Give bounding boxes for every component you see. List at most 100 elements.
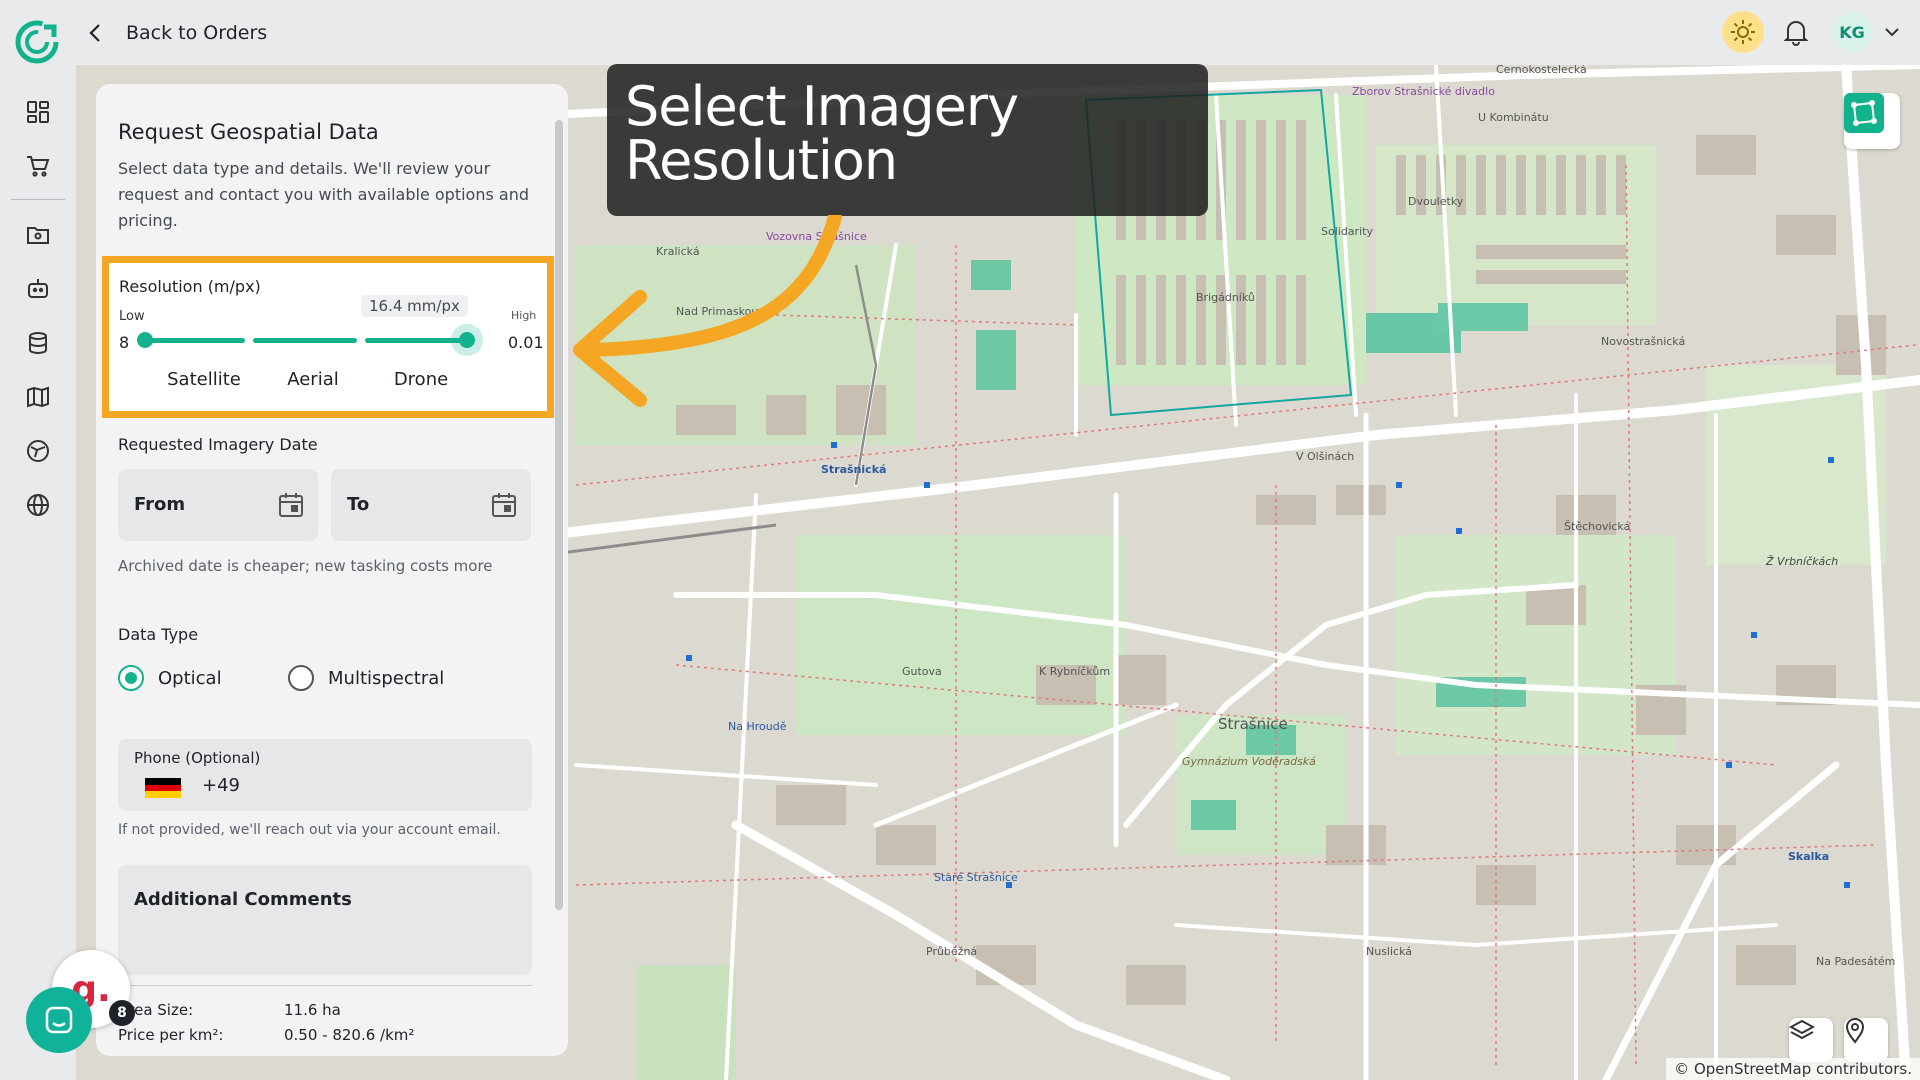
radio-multispectral-indicator[interactable] xyxy=(288,665,314,691)
area-size-value: 11.6 ha xyxy=(284,1001,341,1019)
robot-icon[interactable] xyxy=(24,275,52,303)
location-button[interactable] xyxy=(1844,1018,1888,1062)
additional-comments-field[interactable]: Additional Comments xyxy=(118,865,532,975)
panel-description: Select data type and details. We'll revi… xyxy=(118,159,529,230)
map-label: Strašnice xyxy=(1218,715,1288,733)
tutorial-arrow-icon xyxy=(573,215,842,407)
map-label: Na Hroudě xyxy=(728,720,787,733)
tutorial-tooltip: Select Imagery Resolution xyxy=(607,64,1208,216)
data-type-label: Data Type xyxy=(118,625,199,644)
map-label: Černokostelecká xyxy=(1496,65,1587,76)
back-to-orders-button[interactable]: Back to Orders xyxy=(88,18,267,48)
map-label: Gymnázium Voděradská xyxy=(1182,755,1316,768)
date-from-text: From xyxy=(134,494,186,515)
radio-optical-indicator[interactable] xyxy=(118,665,144,691)
chevron-down-icon xyxy=(1885,28,1899,37)
chat-unread-badge: 8 xyxy=(109,1000,135,1026)
cart-icon[interactable] xyxy=(24,152,52,180)
folder-icon[interactable] xyxy=(24,221,52,249)
radio-multispectral[interactable]: Multispectral xyxy=(288,663,444,693)
map-label: Solidarity xyxy=(1321,225,1373,238)
map-icon[interactable] xyxy=(24,383,52,411)
radio-optical[interactable]: Optical xyxy=(118,663,222,693)
slider-max-handle[interactable] xyxy=(459,332,475,348)
slider-min-handle[interactable] xyxy=(137,332,153,348)
chat-button[interactable] xyxy=(26,987,92,1053)
map-label: Ž Vrbníčkách xyxy=(1766,555,1839,568)
resolution-slider[interactable] xyxy=(137,324,507,356)
section-divider xyxy=(118,985,532,986)
left-rail xyxy=(0,65,76,1080)
slider-segment-satellite xyxy=(143,338,245,343)
date-label: Requested Imagery Date xyxy=(118,435,318,454)
map-label: Strašnická xyxy=(821,463,887,476)
resolution-low-label: Low xyxy=(119,309,145,324)
radio-optical-label: Optical xyxy=(158,667,222,689)
map-label: Na Padesátém xyxy=(1816,955,1896,968)
grid-icon[interactable] xyxy=(24,98,52,126)
request-panel: Request Geospatial Data Select data type… xyxy=(96,84,568,1056)
resolution-high-label: High xyxy=(511,309,537,322)
map-label: Dvouletky xyxy=(1408,195,1464,208)
slider-segment-aerial xyxy=(253,338,357,343)
map-label: Štěchovická xyxy=(1564,520,1631,533)
germany-flag-icon[interactable] xyxy=(145,778,181,798)
price-value: 0.50 - 820.6 /km² xyxy=(284,1026,415,1044)
layers-button[interactable] xyxy=(1789,1018,1833,1062)
resolution-section: Resolution (m/px) Low High 16.4 mm/px 8 … xyxy=(102,256,554,418)
top-bar: Back to Orders KG xyxy=(0,0,1920,65)
map-label: Gutova xyxy=(902,665,942,678)
map-label: Průběžná xyxy=(926,945,978,958)
map-label: V Olšinách xyxy=(1296,450,1355,463)
calendar-icon[interactable] xyxy=(491,491,517,519)
comments-label: Additional Comments xyxy=(134,889,352,910)
resolution-value-tooltip: 16.4 mm/px xyxy=(361,295,468,317)
panel-title: Request Geospatial Data xyxy=(118,120,379,144)
date-hint: Archived date is cheaper; new tasking co… xyxy=(118,557,493,575)
category-satellite: Satellite xyxy=(167,369,241,390)
price-label: Price per km²: xyxy=(118,1026,224,1044)
rail-divider xyxy=(11,199,65,200)
map-label: Staré Strašnice xyxy=(934,871,1018,884)
location-pin-icon xyxy=(1845,1018,1865,1044)
avatar: KG xyxy=(1832,12,1872,52)
category-drone: Drone xyxy=(393,369,449,390)
user-menu-button[interactable]: KG xyxy=(1832,12,1900,52)
draw-area-button[interactable] xyxy=(1844,93,1900,149)
map-attribution[interactable]: © OpenStreetMap contributors. xyxy=(1666,1058,1920,1080)
map-label: K Rybníčkům xyxy=(1039,665,1111,678)
date-to-field[interactable]: To xyxy=(331,469,531,541)
phone-country-code: +49 xyxy=(202,775,240,796)
chat-icon xyxy=(45,1006,73,1034)
category-aerial: Aerial xyxy=(287,369,339,390)
radio-multispectral-label: Multispectral xyxy=(328,667,445,689)
globe-network-icon[interactable] xyxy=(24,437,52,465)
map-label: Novostrašnická xyxy=(1601,335,1686,348)
database-icon[interactable] xyxy=(24,329,52,357)
date-to-text: To xyxy=(347,494,370,515)
layers-icon xyxy=(1789,1019,1815,1040)
theme-toggle-button[interactable] xyxy=(1722,11,1764,53)
polygon-draw-icon xyxy=(1844,93,1884,133)
resolution-categories: Satellite Aerial Drone xyxy=(109,369,561,391)
tooltip-line-1: Select Imagery xyxy=(625,75,1019,138)
tooltip-line-2: Resolution xyxy=(625,129,898,192)
chevron-left-icon xyxy=(89,24,100,42)
map-label: Zborov Strašnické divadlo xyxy=(1352,85,1495,98)
logo-icon[interactable] xyxy=(14,19,60,65)
map-label: Brigádníků xyxy=(1196,291,1255,304)
map-label: U Kombinátu xyxy=(1478,111,1549,124)
map-label: Skalka xyxy=(1788,850,1830,863)
panel-scrollbar[interactable] xyxy=(555,120,563,910)
back-label: Back to Orders xyxy=(126,22,268,44)
phone-field[interactable]: Phone (Optional) +49 xyxy=(118,739,532,811)
bell-icon xyxy=(1783,21,1809,46)
globe-icon[interactable] xyxy=(24,491,52,519)
date-from-field[interactable]: From xyxy=(118,469,318,541)
phone-hint: If not provided, we'll reach out via you… xyxy=(118,822,501,838)
notifications-button[interactable] xyxy=(1778,14,1814,50)
resolution-min-value: 8 xyxy=(119,333,130,352)
calendar-icon[interactable] xyxy=(278,491,304,519)
map-label: Nuslická xyxy=(1366,945,1413,958)
resolution-label: Resolution (m/px) xyxy=(119,277,261,296)
